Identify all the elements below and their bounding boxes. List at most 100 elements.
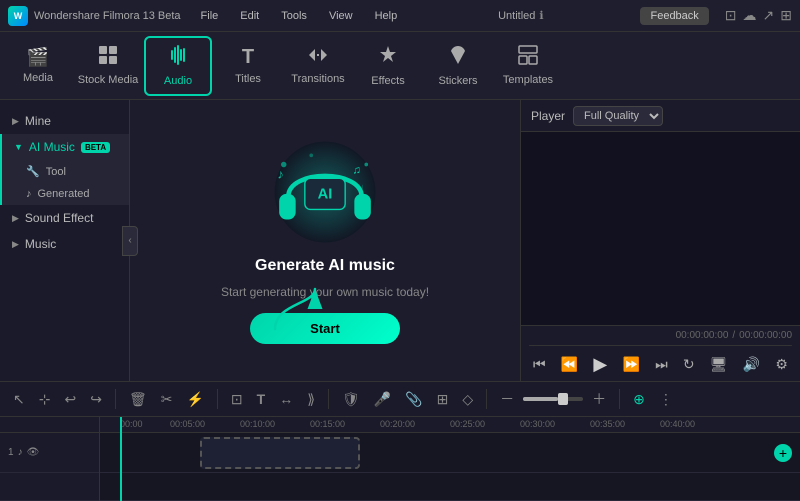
track-visibility-icon[interactable]: 👁 bbox=[27, 447, 40, 458]
toolbar-separator-4 bbox=[486, 389, 487, 409]
svg-text:♫: ♫ bbox=[352, 165, 360, 177]
settings-button[interactable]: ⚙ bbox=[771, 354, 792, 375]
quality-select[interactable]: Full Quality bbox=[573, 106, 663, 126]
app-logo-icon: W bbox=[8, 6, 28, 26]
card-title: Generate AI music bbox=[255, 257, 395, 275]
transitions-label: Transitions bbox=[291, 73, 344, 85]
grid2-button[interactable]: ⊞ bbox=[432, 388, 454, 411]
add-track-button[interactable]: + bbox=[774, 444, 792, 462]
feedback-button[interactable]: Feedback bbox=[640, 7, 708, 25]
text-button[interactable]: T bbox=[252, 388, 271, 410]
menu-bar: File Edit Tools View Help bbox=[197, 8, 402, 24]
arrow-icon-se: ▶ bbox=[12, 213, 19, 224]
grid-icon[interactable]: ⊞ bbox=[780, 7, 792, 24]
select-tool[interactable]: ↖ bbox=[8, 388, 30, 411]
track-label-spacer bbox=[0, 417, 99, 433]
cut-button[interactable]: ✂ bbox=[156, 388, 178, 411]
total-time: 00:00:00:00 bbox=[739, 330, 792, 341]
toolbar-effects[interactable]: Effects bbox=[354, 36, 422, 96]
monitor-icon[interactable]: ⊡ bbox=[725, 7, 737, 24]
audio-icon bbox=[167, 44, 189, 71]
mic-button[interactable]: 🎤 bbox=[369, 388, 396, 411]
toolbar-transitions[interactable]: Transitions bbox=[284, 36, 352, 96]
menu-file[interactable]: File bbox=[197, 8, 223, 24]
time-marker-8: 00:40:00 bbox=[660, 419, 695, 429]
menu-button[interactable]: ⋮ bbox=[654, 388, 678, 411]
toolbar-separator-3 bbox=[328, 389, 329, 409]
toolbar-separator-2 bbox=[217, 389, 218, 409]
sidebar: ▶ Mine ▼ AI Music BETA 🔧 Tool ♪ Generate… bbox=[0, 100, 130, 381]
split-button[interactable]: ⚡ bbox=[181, 388, 208, 411]
skip-forward-button[interactable]: ⏭ bbox=[651, 354, 672, 375]
redo-button[interactable]: ↪ bbox=[85, 388, 107, 411]
timeline-tracks[interactable]: 00:00 00:05:00 00:10:00 00:15:00 00:20:0… bbox=[100, 417, 800, 501]
sidebar-item-music[interactable]: ▶ Music bbox=[0, 231, 129, 257]
volume-button[interactable]: 🔊 bbox=[739, 354, 764, 375]
play-button[interactable]: ▶ bbox=[589, 352, 611, 377]
stock-media-icon bbox=[98, 45, 118, 70]
arrow-down-icon: ▼ bbox=[14, 142, 23, 152]
pointer-tool[interactable]: ⊹ bbox=[34, 388, 56, 411]
app-name: Wondershare Filmora 13 Beta bbox=[34, 10, 181, 22]
content-panel: AI ♪ ♫ ♩ Generate AI music Start generat… bbox=[130, 100, 520, 381]
player-screen bbox=[521, 132, 800, 325]
add-button[interactable]: ⊕ bbox=[628, 388, 650, 411]
svg-text:♩: ♩ bbox=[360, 182, 369, 192]
menu-edit[interactable]: Edit bbox=[236, 8, 263, 24]
sidebar-item-tool[interactable]: 🔧 Tool bbox=[2, 160, 129, 183]
sidebar-collapse-button[interactable]: ‹ bbox=[122, 226, 138, 256]
forward-button[interactable]: ⟫ bbox=[302, 388, 320, 411]
toolbar-media[interactable]: 🎬 Media bbox=[4, 36, 72, 96]
sidebar-item-mine[interactable]: ▶ Mine bbox=[0, 108, 129, 134]
loop-button[interactable]: ↻ bbox=[679, 354, 699, 375]
time-marker-3: 00:15:00 bbox=[310, 419, 345, 429]
step-forward-button[interactable]: ⏩ bbox=[618, 354, 643, 375]
progress-bar[interactable] bbox=[529, 345, 792, 346]
clip-button[interactable]: 📎 bbox=[400, 388, 427, 411]
crop-button[interactable]: ⊡ bbox=[226, 388, 248, 411]
track-label-2 bbox=[0, 473, 99, 501]
zoom-slider[interactable] bbox=[523, 397, 583, 401]
track-audio-icon[interactable]: ♪ bbox=[18, 447, 23, 458]
zoom-out-button[interactable]: － bbox=[495, 386, 519, 412]
track-row-2[interactable] bbox=[100, 473, 800, 501]
undo-button[interactable]: ↩ bbox=[59, 388, 81, 411]
monitor-button[interactable]: 🖥 bbox=[706, 354, 732, 375]
sidebar-item-sound-effect[interactable]: ▶ Sound Effect bbox=[0, 205, 129, 231]
arrow-icon-m: ▶ bbox=[12, 239, 19, 250]
sidebar-ai-music-section: ▼ AI Music BETA 🔧 Tool ♪ Generated bbox=[0, 134, 129, 205]
transition-button[interactable]: ↔ bbox=[274, 388, 298, 410]
main-area: ▶ Mine ▼ AI Music BETA 🔧 Tool ♪ Generate… bbox=[0, 100, 800, 381]
menu-tools[interactable]: Tools bbox=[277, 8, 311, 24]
menu-view[interactable]: View bbox=[325, 8, 357, 24]
toolbar-titles[interactable]: T Titles bbox=[214, 36, 282, 96]
skip-back-button[interactable]: ⏮ bbox=[529, 354, 550, 375]
zoom-in-button[interactable]: ＋ bbox=[587, 386, 611, 412]
time-marker-4: 00:20:00 bbox=[380, 419, 415, 429]
sidebar-item-generated[interactable]: ♪ Generated bbox=[2, 183, 129, 205]
share-icon[interactable]: ↗ bbox=[763, 7, 775, 24]
transitions-icon bbox=[307, 46, 329, 69]
track-control-icons: ♪ 👁 bbox=[18, 447, 40, 458]
shield-button[interactable]: 🛡 bbox=[337, 388, 365, 411]
player-panel: Player Full Quality 00:00:00:00 / 00:00:… bbox=[520, 100, 800, 381]
player-label: Player bbox=[531, 109, 565, 123]
cloud-icon[interactable]: ☁ bbox=[743, 7, 757, 24]
time-marker-6: 00:30:00 bbox=[520, 419, 555, 429]
templates-icon bbox=[518, 45, 538, 70]
sidebar-container: ▶ Mine ▼ AI Music BETA 🔧 Tool ♪ Generate… bbox=[0, 100, 130, 381]
delete-button[interactable]: 🗑 bbox=[124, 388, 152, 411]
step-back-button[interactable]: ⏪ bbox=[557, 354, 582, 375]
toolbar-stickers[interactable]: Stickers bbox=[424, 36, 492, 96]
ai-headphones-illustration: AI ♪ ♫ ♩ bbox=[260, 137, 390, 247]
menu-help[interactable]: Help bbox=[371, 8, 402, 24]
media-icon: 🎬 bbox=[27, 47, 49, 68]
win-control-buttons: ⊡ ☁ ↗ ⊞ bbox=[725, 7, 792, 24]
track-row-1[interactable]: + bbox=[100, 433, 800, 473]
sidebar-item-ai-music[interactable]: ▼ AI Music BETA bbox=[2, 134, 129, 160]
playhead[interactable] bbox=[120, 417, 122, 501]
toolbar-stock-media[interactable]: Stock Media bbox=[74, 36, 142, 96]
toolbar-templates[interactable]: Templates bbox=[494, 36, 562, 96]
keyframe-button[interactable]: ◇ bbox=[457, 388, 478, 411]
toolbar-audio[interactable]: Audio bbox=[144, 36, 212, 96]
